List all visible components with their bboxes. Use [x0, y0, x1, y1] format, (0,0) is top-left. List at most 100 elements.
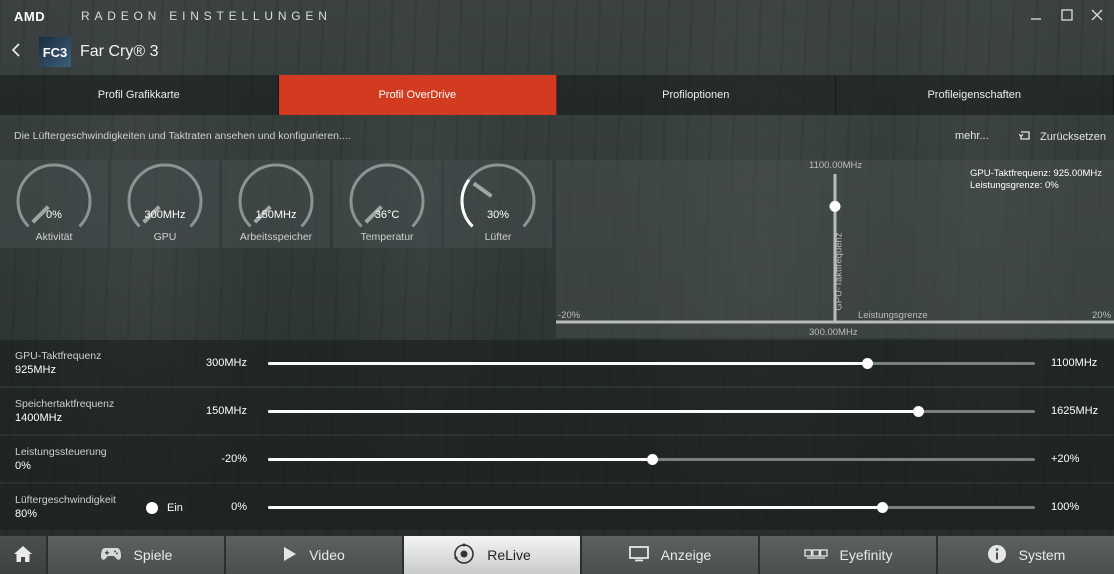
y-max-label: 1100.00MHz	[809, 160, 863, 171]
x-max-label: 20%	[1092, 310, 1112, 321]
gauge-activity: 0% Aktivität	[0, 160, 108, 248]
maximize-icon[interactable]	[1057, 6, 1077, 24]
eyefinity-icon	[803, 547, 828, 563]
slider-track[interactable]	[268, 358, 1035, 369]
gauge-label: Aktivität	[35, 231, 73, 243]
description-text: Die Lüftergeschwindigkeiten und Taktrate…	[14, 130, 351, 142]
slider-fill	[268, 506, 882, 509]
overdrive-chart[interactable]: 1100.00MHz 300.00MHz -20% 20% Leistungsg…	[556, 160, 1114, 338]
home-icon	[13, 545, 33, 566]
slider-row-power-control: Leistungssteuerung 0% -20% +20%	[0, 436, 1114, 482]
gauge-fan: 30% Lüfter	[444, 160, 552, 248]
nav-label: Anzeige	[660, 547, 712, 563]
gauge-memory: 150MHz Arbeitsspeicher	[222, 160, 330, 248]
slider-max: 1625MHz	[1051, 405, 1099, 417]
slider-track[interactable]	[268, 454, 1035, 465]
x-min-label: -20%	[558, 310, 581, 321]
gauge-value: 30%	[486, 209, 510, 221]
nav-video[interactable]: Video	[226, 536, 404, 574]
gauge-value: 150MHz	[255, 209, 297, 221]
reset-button[interactable]: Zurücksetzen	[1018, 129, 1107, 144]
slider-max: +20%	[1051, 453, 1080, 465]
readout-power-limit: Leistungsgrenze: 0%	[970, 180, 1059, 191]
monitor-icon	[628, 545, 649, 565]
gauge-value: 0%	[46, 209, 62, 221]
slider-name: GPU-Taktfrequenz	[15, 350, 102, 362]
slider-track[interactable]	[268, 406, 1035, 417]
close-icon[interactable]	[1087, 6, 1107, 24]
relive-icon	[453, 543, 475, 568]
slider-min: 150MHz	[206, 405, 247, 417]
x-axis-label: Leistungsgrenze	[858, 310, 928, 321]
y-min-label: 300.00MHz	[809, 327, 858, 338]
slider-value: 80%	[15, 508, 38, 520]
slider-min: -20%	[221, 453, 247, 465]
toggle-knob	[146, 502, 158, 514]
gauge-label: GPU	[153, 231, 177, 243]
slider-name: Leistungssteuerung	[15, 446, 107, 458]
tab-profil-overdrive[interactable]: Profil OverDrive	[278, 75, 557, 115]
slider-thumb[interactable]	[912, 406, 924, 417]
slider-name: Speichertaktfrequenz	[15, 398, 115, 410]
game-icon: FC3	[39, 37, 71, 67]
gauge-label: Arbeitsspeicher	[239, 231, 313, 243]
bottom-nav: Spiele Video ReLive Anzeige Eyefinity Sy…	[0, 536, 1114, 574]
nav-spiele[interactable]: Spiele	[48, 536, 226, 574]
info-icon	[987, 544, 1007, 567]
fan-toggle[interactable]	[140, 502, 166, 514]
slider-thumb[interactable]	[876, 502, 888, 513]
nav-home[interactable]	[0, 536, 48, 574]
slider-fill	[268, 362, 868, 365]
nav-relive[interactable]: ReLive	[404, 536, 582, 574]
slider-max: 1100MHz	[1051, 357, 1098, 369]
gauge-value: 300MHz	[144, 209, 186, 221]
slider-row-memory-clock: Speichertaktfrequenz 1400MHz 150MHz 1625…	[0, 388, 1114, 434]
reset-label: Zurücksetzen	[1040, 130, 1107, 143]
tab-profil-grafikkarte[interactable]: Profil Grafikkarte	[0, 75, 279, 115]
gauge-temperature: 36°C Temperatur	[333, 160, 441, 248]
play-icon	[283, 546, 297, 565]
app-title: RADEON EINSTELLUNGEN	[81, 9, 332, 23]
slider-thumb[interactable]	[862, 358, 874, 369]
slider-thumb[interactable]	[646, 454, 658, 465]
amd-logo: AMD	[14, 9, 46, 24]
gauge-value: 36°C	[374, 209, 400, 221]
tab-bar: Profil Grafikkarte Profil OverDrive Prof…	[0, 75, 1114, 115]
slider-fill	[268, 458, 652, 461]
tab-profileigenschaften[interactable]: Profileigenschaften	[835, 75, 1114, 115]
slider-row-gpu-clock: GPU-Taktfrequenz 925MHz 300MHz 1100MHz	[0, 340, 1114, 386]
slider-row-fan-speed: Lüftergeschwindigkeit 80% Ein 0% 100%	[0, 484, 1114, 530]
game-title: Far Cry® 3	[80, 43, 159, 60]
nav-label: System	[1018, 547, 1066, 563]
readout-frequency: GPU-Taktfrequenz: 925.00MHz	[970, 168, 1103, 179]
fan-toggle-label: Ein	[167, 502, 183, 514]
slider-min: 0%	[231, 501, 247, 513]
slider-value: 1400MHz	[15, 412, 63, 424]
gauge-gpu: 300MHz GPU	[111, 160, 219, 248]
chevron-left-icon[interactable]	[8, 40, 24, 60]
y-axis-label: GPU-Taktfrequenz	[833, 232, 845, 311]
gauge-needle	[472, 181, 493, 198]
gauge-label: Lüfter	[484, 231, 512, 243]
nav-label: Video	[309, 547, 345, 563]
slider-fill	[268, 410, 918, 413]
gauge-label: Temperatur	[360, 231, 414, 243]
nav-label: Spiele	[133, 547, 173, 563]
nav-eyefinity[interactable]: Eyefinity	[760, 536, 938, 574]
reset-icon	[1018, 129, 1031, 144]
nav-system[interactable]: System	[938, 536, 1114, 574]
slider-max: 100%	[1051, 501, 1080, 513]
slider-track[interactable]	[268, 502, 1035, 513]
nav-label: Eyefinity	[839, 547, 893, 563]
nav-anzeige[interactable]: Anzeige	[582, 536, 760, 574]
minimize-icon[interactable]	[1026, 6, 1046, 24]
slider-min: 300MHz	[206, 357, 247, 369]
tab-profiloptionen[interactable]: Profiloptionen	[557, 75, 836, 115]
gamepad-icon	[100, 546, 122, 565]
slider-value: 0%	[15, 460, 31, 472]
slider-name: Lüftergeschwindigkeit	[15, 494, 116, 506]
chart-point	[829, 200, 841, 212]
gauge-panel: 0% Aktivität 300MHz GPU 150MHz Arbeitssp…	[0, 160, 554, 248]
nav-label: ReLive	[487, 547, 531, 563]
more-link[interactable]: mehr...	[955, 130, 989, 142]
